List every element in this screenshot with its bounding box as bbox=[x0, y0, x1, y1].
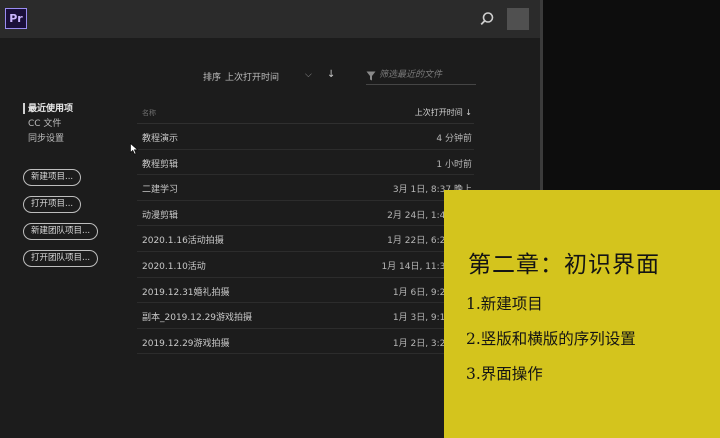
chevron-down-icon[interactable]: ⌵ bbox=[305, 70, 312, 80]
file-name: 二建学习 bbox=[142, 185, 179, 196]
file-name: 2020.1.10活动 bbox=[142, 261, 206, 272]
table-row[interactable]: 教程演示 4 分钟前 bbox=[137, 124, 474, 150]
sort-dropdown[interactable]: 上次打开时间 bbox=[225, 70, 279, 83]
file-name: 2019.12.29游戏拍摄 bbox=[142, 338, 230, 349]
file-date: 1 小时前 bbox=[436, 159, 472, 170]
chapter-overlay-card: 第二章：初识界面 1.新建项目 2.竖版和横版的序列设置 3.界面操作 bbox=[444, 190, 720, 438]
table-header: 名称 上次打开时间 ↓ bbox=[137, 106, 474, 124]
mouse-cursor-icon bbox=[130, 143, 139, 155]
nav-active-indicator bbox=[23, 103, 25, 114]
sort-direction-arrow-icon[interactable]: ↓ bbox=[327, 69, 335, 80]
column-header-date[interactable]: 上次打开时间 ↓ bbox=[415, 107, 472, 118]
file-name: 2020.1.16活动拍摄 bbox=[142, 236, 224, 247]
search-icon[interactable] bbox=[478, 10, 496, 28]
recent-files-table: 名称 上次打开时间 ↓ 教程演示 4 分钟前 教程剪辑 1 小时前 二建学习 3月 1… bbox=[137, 106, 474, 355]
new-team-project-button[interactable]: 新建团队项目... bbox=[23, 223, 99, 240]
table-row[interactable]: 副本_2019.12.29游戏拍摄 1月 3日, 9:10 上午 bbox=[137, 303, 474, 329]
file-name: 动漫剪辑 bbox=[142, 210, 179, 221]
open-project-button[interactable]: 打开项目... bbox=[23, 196, 82, 213]
chapter-title: 第二章：初识界面 bbox=[468, 252, 660, 278]
table-row[interactable]: 教程剪辑 1 小时前 bbox=[137, 150, 474, 176]
table-row[interactable]: 动漫剪辑 2月 24日, 1:42 下午 bbox=[137, 201, 474, 227]
table-row[interactable]: 二建学习 3月 1日, 8:37 晚上 bbox=[137, 175, 474, 201]
sort-desc-arrow-icon: ↓ bbox=[465, 108, 472, 117]
file-date: 4 分钟前 bbox=[436, 134, 472, 144]
file-name: 2019.12.31婚礼拍摄 bbox=[142, 287, 230, 298]
premiere-logo: Pr bbox=[5, 8, 27, 29]
chapter-item: 1.新建项目 bbox=[466, 295, 543, 313]
account-button[interactable] bbox=[507, 8, 529, 30]
nav-item-sync-settings[interactable]: 同步设置 bbox=[28, 132, 73, 147]
nav-item-cc-files[interactable]: CC 文件 bbox=[28, 117, 73, 132]
file-name: 教程演示 bbox=[142, 134, 179, 144]
filter-underline bbox=[366, 84, 476, 85]
table-row[interactable]: 2020.1.16活动拍摄 1月 22日, 6:25 晚上 bbox=[137, 226, 474, 252]
table-row[interactable]: 2019.12.29游戏拍摄 1月 2日, 3:25 下午 bbox=[137, 329, 474, 355]
table-row[interactable]: 2019.12.31婚礼拍摄 1月 6日, 9:23 上午 bbox=[137, 278, 474, 304]
column-header-name[interactable]: 名称 bbox=[142, 108, 156, 118]
chapter-item: 2.竖版和横版的序列设置 bbox=[466, 330, 636, 348]
file-name: 教程剪辑 bbox=[142, 159, 179, 170]
top-bar: Pr bbox=[0, 0, 540, 38]
open-team-project-button[interactable]: 打开团队项目... bbox=[23, 250, 99, 267]
table-row[interactable]: 2020.1.10活动 1月 14日, 11:30 中午 bbox=[137, 252, 474, 278]
file-name: 副本_2019.12.29游戏拍摄 bbox=[142, 313, 253, 324]
new-project-button[interactable]: 新建项目... bbox=[23, 169, 82, 186]
column-header-date-label: 上次打开时间 bbox=[414, 108, 463, 117]
filter-icon bbox=[366, 71, 376, 81]
nav-item-recent[interactable]: 最近使用项 bbox=[28, 102, 73, 117]
chapter-item: 3.界面操作 bbox=[466, 365, 543, 383]
sort-label: 排序 bbox=[203, 73, 222, 83]
filter-input[interactable] bbox=[379, 68, 469, 82]
sidebar-nav: 最近使用项 CC 文件 同步设置 bbox=[28, 102, 73, 147]
